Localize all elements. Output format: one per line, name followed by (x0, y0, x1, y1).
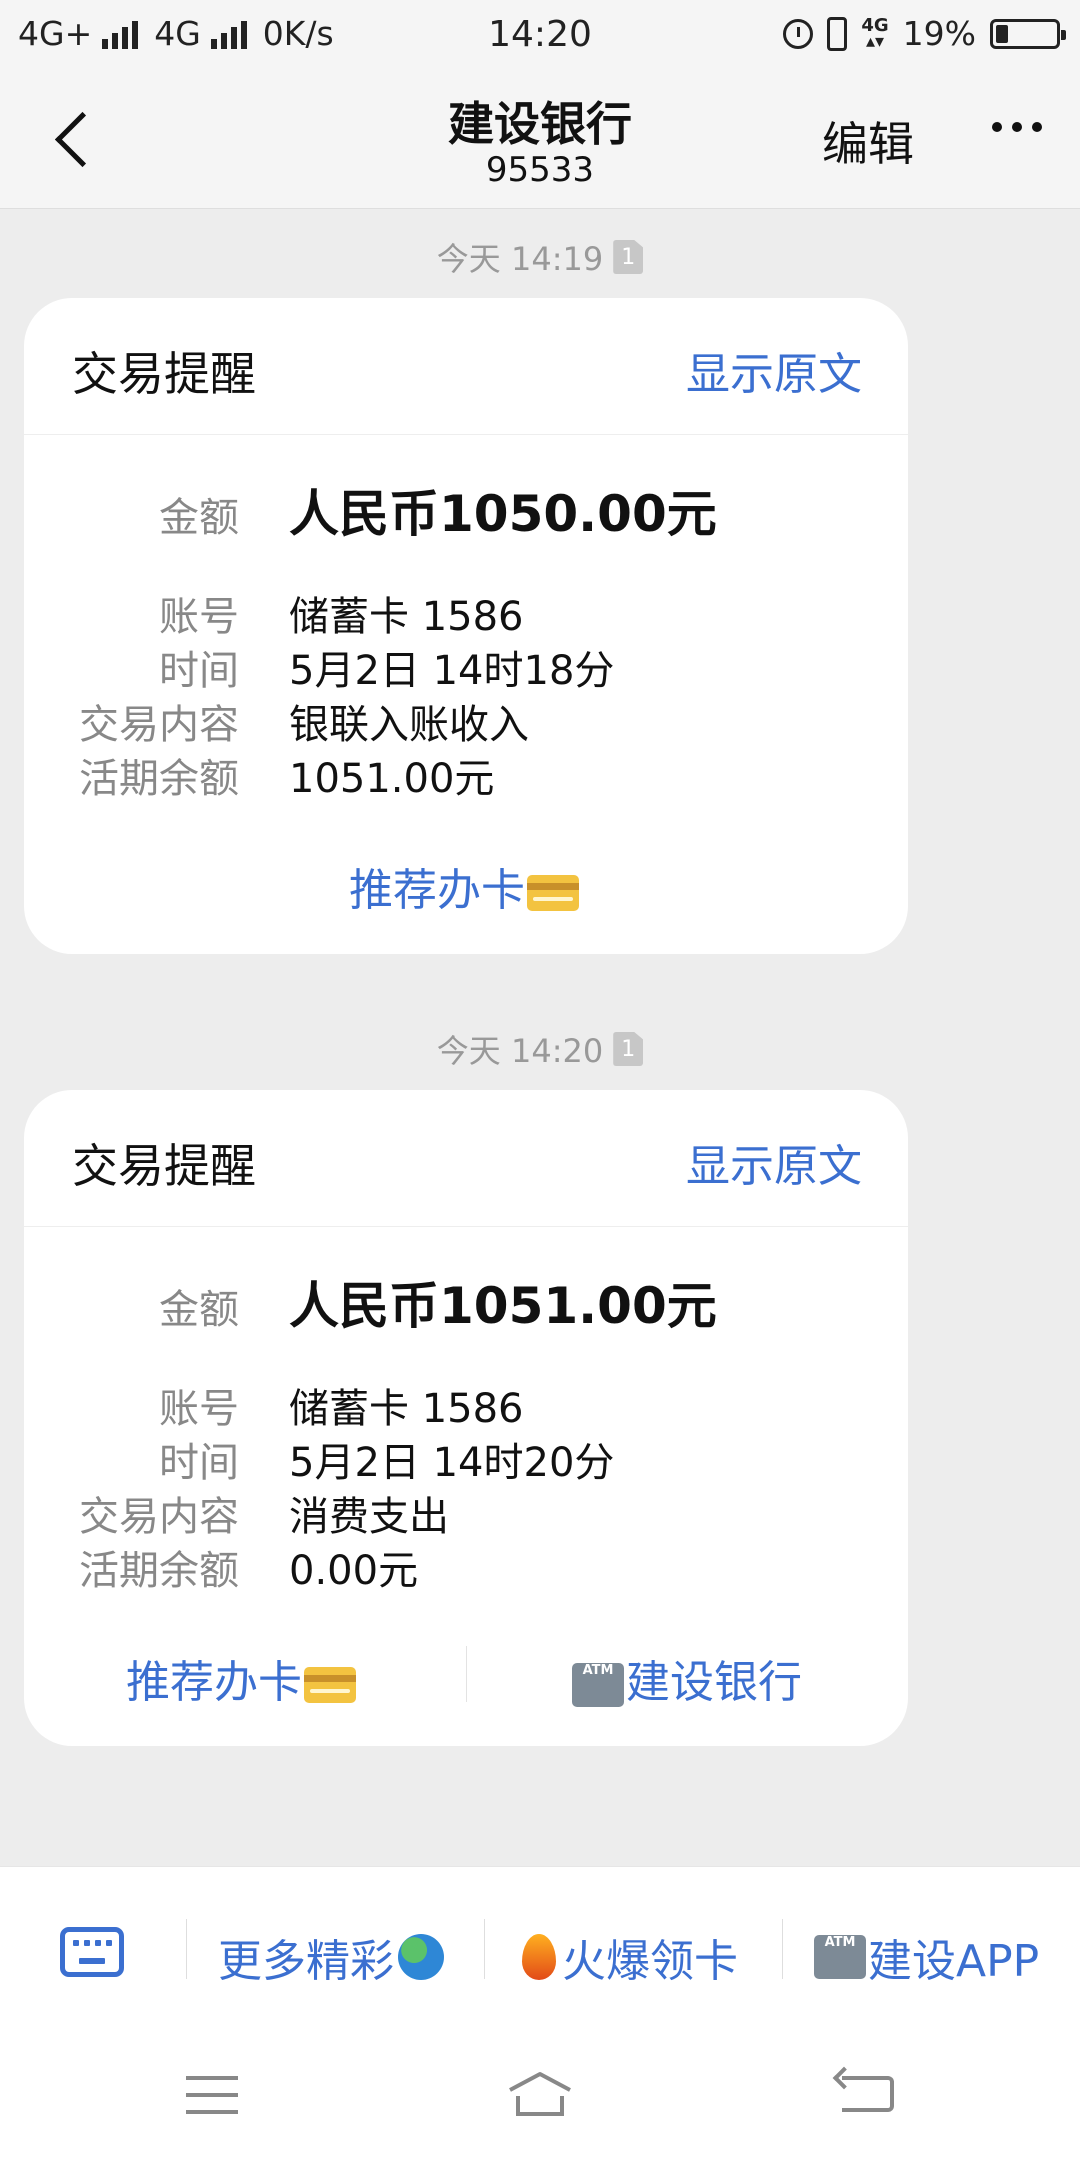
amount-row: 金额 人民币1051.00元 (24, 1266, 908, 1338)
content-label: 交易内容 (79, 702, 239, 748)
menu-more-label: 更多精彩 (218, 1936, 394, 1987)
contact-name: 建设银行 (448, 97, 632, 151)
home-icon[interactable] (506, 2070, 574, 2118)
content-label: 交易内容 (79, 1494, 239, 1540)
amount-row: 金额 人民币1050.00元 (24, 474, 908, 546)
recommend-card-label: 推荐办卡 (349, 865, 525, 916)
edit-button[interactable]: 编辑 (822, 108, 914, 174)
atm-icon: ATM (814, 1935, 866, 1979)
amount-label: 金额 (159, 495, 239, 541)
menu-divider (484, 1919, 485, 1979)
message-timestamp: 今天 14:20 1 (0, 1026, 1080, 1072)
time-value: 5月2日 14时20分 (289, 1440, 615, 1486)
battery-icon (990, 18, 1066, 49)
data-network-label: 4G (861, 14, 889, 36)
account-label: 账号 (159, 1386, 239, 1432)
status-bar: 4G+ 4G 0K/s 14:20 4G ▴▾ 19% (0, 0, 1080, 72)
bank-link-button[interactable]: ATM 建设银行 (572, 1646, 802, 1710)
more-options-icon[interactable] (992, 122, 1042, 132)
card-header: 交易提醒 显示原文 (24, 1090, 908, 1227)
menu-hot-card-button[interactable]: 火爆领卡 (522, 1925, 738, 1989)
balance-label: 活期余额 (79, 1548, 239, 1594)
account-value: 储蓄卡 1586 (289, 594, 524, 640)
status-right: 4G ▴▾ 19% (783, 14, 1066, 53)
sms-service-menu: 更多精彩 火爆领卡 ATM 建设APP (0, 1866, 1080, 2027)
time-row: 时间 5月2日 14时20分 (24, 1430, 908, 1488)
menu-app-label: 建设APP (868, 1936, 1040, 1987)
time-row: 时间 5月2日 14时18分 (24, 638, 908, 696)
card-header: 交易提醒 显示原文 (24, 298, 908, 435)
data-network-icon: 4G ▴▾ (861, 14, 889, 52)
recommend-card-label: 推荐办卡 (126, 1657, 302, 1708)
system-navigation-bar (0, 2026, 1080, 2160)
back-nav-icon[interactable] (842, 2076, 894, 2112)
account-value: 储蓄卡 1586 (289, 1386, 524, 1432)
credit-card-icon (304, 1667, 356, 1703)
conversation-header: 建设银行 95533 编辑 (0, 72, 1080, 209)
menu-divider (782, 1919, 783, 1979)
alarm-icon (783, 18, 814, 49)
account-row: 账号 储蓄卡 1586 (24, 584, 908, 642)
card-title: 交易提醒 (72, 1139, 256, 1193)
action-divider (466, 1646, 467, 1702)
menu-divider (186, 1919, 187, 1979)
amount-label: 金额 (159, 1287, 239, 1333)
atm-icon-label: ATM (582, 1663, 614, 1678)
card-title: 交易提醒 (72, 347, 256, 401)
balance-value: 0.00元 (289, 1548, 419, 1594)
message-timestamp: 今天 14:19 1 (0, 234, 1080, 280)
balance-row: 活期余额 1051.00元 (24, 746, 908, 804)
content-value: 银联入账收入 (289, 702, 529, 748)
sim-card-icon: 1 (613, 240, 644, 274)
recommend-card-button[interactable]: 推荐办卡 (349, 854, 579, 918)
timestamp-text: 今天 14:19 (436, 240, 604, 278)
bank-link-label: 建设银行 (626, 1657, 802, 1708)
vibrate-icon (827, 16, 848, 51)
battery-percent: 19% (902, 14, 976, 53)
menu-hot-card-label: 火爆领卡 (562, 1936, 738, 1987)
time-value: 5月2日 14时18分 (289, 648, 615, 694)
transaction-card[interactable]: 交易提醒 显示原文 金额 人民币1051.00元 账号 储蓄卡 1586 时间 … (24, 1090, 908, 1746)
balance-row: 活期余额 0.00元 (24, 1538, 908, 1596)
content-value: 消费支出 (289, 1494, 449, 1540)
credit-card-icon (527, 875, 579, 911)
recent-apps-icon[interactable] (186, 2076, 238, 2127)
keyboard-icon[interactable] (60, 1927, 124, 1977)
fire-icon (522, 1934, 556, 1980)
account-row: 账号 储蓄卡 1586 (24, 1376, 908, 1434)
menu-app-button[interactable]: ATM 建设APP (814, 1925, 1039, 1989)
show-original-link[interactable]: 显示原文 (686, 338, 862, 402)
timestamp-text: 今天 14:20 (436, 1032, 604, 1070)
globe-icon (398, 1934, 444, 1980)
menu-more-button[interactable]: 更多精彩 (218, 1925, 444, 1989)
time-label: 时间 (159, 1440, 239, 1486)
balance-label: 活期余额 (79, 756, 239, 802)
contact-number: 95533 (485, 150, 595, 190)
amount-value: 人民币1051.00元 (289, 1277, 717, 1335)
show-original-link[interactable]: 显示原文 (686, 1130, 862, 1194)
content-row: 交易内容 消费支出 (24, 1484, 908, 1542)
transaction-card[interactable]: 交易提醒 显示原文 金额 人民币1050.00元 账号 储蓄卡 1586 时间 … (24, 298, 908, 954)
atm-icon-label: ATM (824, 1935, 856, 1950)
content-row: 交易内容 银联入账收入 (24, 692, 908, 750)
recommend-card-button[interactable]: 推荐办卡 (126, 1646, 356, 1710)
balance-value: 1051.00元 (289, 756, 495, 802)
sim-card-icon: 1 (613, 1032, 644, 1066)
account-label: 账号 (159, 594, 239, 640)
atm-icon: ATM (572, 1663, 624, 1707)
time-label: 时间 (159, 648, 239, 694)
amount-value: 人民币1050.00元 (289, 485, 717, 543)
